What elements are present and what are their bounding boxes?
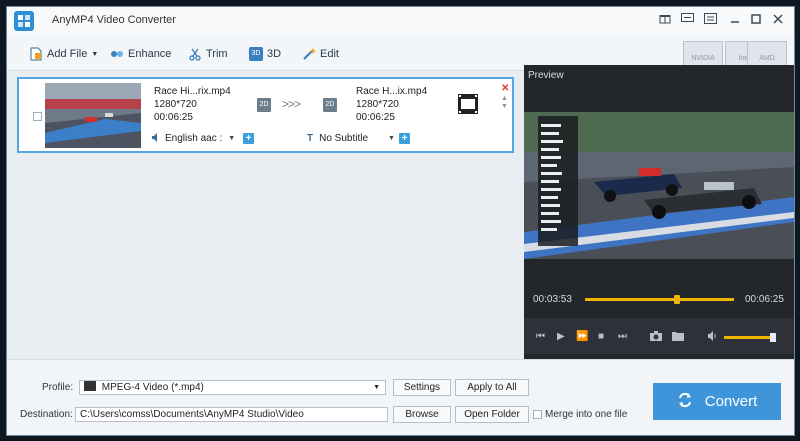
source-2d-badge: 2D	[257, 98, 271, 112]
subtitle-dropdown-icon[interactable]: ▼	[388, 135, 395, 142]
minimize-icon[interactable]	[726, 12, 744, 28]
add-audio-track-button[interactable]: +	[243, 133, 254, 144]
trim-label: Trim	[206, 48, 228, 60]
subtitle-value: No Subtitle	[319, 133, 369, 144]
file-list: Race Hi...rix.mp4 1280*720 00:06:25 2D >…	[7, 71, 524, 359]
edit-label: Edit	[320, 48, 339, 60]
add-subtitle-button[interactable]: +	[399, 133, 410, 144]
convert-arrows: >>>	[282, 97, 301, 111]
remove-file-icon[interactable]: ✕	[501, 83, 509, 94]
destination-input[interactable]: C:\Users\comss\Documents\AnyMP4 Studio\V…	[75, 407, 388, 422]
add-file-button[interactable]: Add File ▼	[29, 46, 98, 62]
target-duration: 00:06:25	[356, 112, 395, 123]
merge-checkbox[interactable]	[533, 410, 542, 419]
nvidia-accel-badge: NVIDIA	[683, 41, 723, 67]
amd-accel-badge: AMD	[747, 41, 787, 67]
add-file-label: Add File	[47, 48, 88, 60]
volume-handle[interactable]	[770, 333, 776, 342]
move-down-icon[interactable]: ▼	[501, 103, 508, 110]
add-file-icon	[29, 47, 43, 61]
playback-controls: ⏮ ▶ ⏩ ■ ⏭	[524, 318, 794, 354]
audio-track-value: English aac :	[165, 133, 223, 144]
profile-select[interactable]: MPEG-4 Video (*.mp4) ▼	[79, 380, 386, 395]
preview-panel: Preview 00:03:53 00:06:25 ⏮ ▶ ⏩ ■ ⏭	[524, 65, 794, 359]
browse-button[interactable]: Browse	[393, 406, 451, 423]
profile-label: Profile:	[42, 382, 74, 393]
add-file-dropdown-icon[interactable]: ▼	[91, 51, 98, 58]
maximize-icon[interactable]	[747, 12, 765, 28]
profile-value: MPEG-4 Video (*.mp4)	[101, 382, 204, 393]
edit-wand-icon	[302, 47, 316, 61]
preview-video[interactable]	[524, 112, 794, 259]
source-resolution: 1280*720	[154, 99, 197, 110]
enhance-icon	[110, 47, 124, 61]
total-time: 00:06:25	[745, 294, 784, 305]
previous-icon[interactable]: ⏮	[536, 331, 545, 342]
seek-bar[interactable]	[585, 295, 734, 304]
app-logo-icon	[14, 11, 34, 31]
source-file-name: Race Hi...rix.mp4	[154, 86, 231, 97]
target-resolution: 1280*720	[356, 99, 399, 110]
chat-icon[interactable]	[678, 12, 696, 28]
file-row[interactable]: Race Hi...rix.mp4 1280*720 00:06:25 2D >…	[17, 77, 514, 153]
profile-dropdown-icon[interactable]: ▼	[373, 381, 380, 394]
subtitle-select[interactable]: T No Subtitle ▼	[307, 132, 395, 145]
profile-format-icon	[84, 381, 96, 391]
seek-handle[interactable]	[673, 295, 680, 304]
app-title: AnyMP4 Video Converter	[52, 14, 176, 26]
target-file-name: Race H...ix.mp4	[356, 86, 428, 97]
audio-track-select[interactable]: English aac : ▼	[152, 132, 235, 145]
fast-forward-icon[interactable]: ⏩	[576, 331, 588, 342]
enhance-button[interactable]: Enhance	[110, 46, 171, 62]
close-icon[interactable]	[769, 12, 787, 28]
target-info: Race H...ix.mp4 1280*720 00:06:25	[356, 85, 427, 124]
gift-icon[interactable]	[656, 12, 674, 28]
three-d-button[interactable]: 3D 3D	[249, 46, 281, 62]
snapshot-camera-icon[interactable]	[650, 331, 662, 344]
convert-refresh-icon	[677, 392, 693, 412]
volume-slider[interactable]	[724, 333, 776, 342]
three-d-label: 3D	[267, 48, 282, 60]
three-d-icon: 3D	[249, 47, 263, 61]
move-up-icon[interactable]: ▲	[501, 95, 508, 102]
open-snapshot-folder-icon[interactable]	[672, 331, 684, 344]
merge-label: Merge into one file	[545, 409, 628, 420]
source-duration: 00:06:25	[154, 112, 193, 123]
stop-icon[interactable]: ■	[598, 331, 604, 342]
current-time: 00:03:53	[533, 294, 572, 305]
convert-label: Convert	[704, 393, 758, 410]
audio-track-dropdown-icon[interactable]: ▼	[228, 135, 235, 142]
video-thumbnail[interactable]	[45, 83, 141, 148]
title-bar: AnyMP4 Video Converter	[7, 7, 794, 34]
trim-button[interactable]: Trim	[188, 46, 228, 62]
preview-label: Preview	[528, 70, 564, 81]
source-info: Race Hi...rix.mp4 1280*720 00:06:25	[154, 85, 231, 124]
next-icon[interactable]: ⏭	[618, 331, 627, 342]
speaker-icon	[152, 132, 161, 145]
enhance-label: Enhance	[128, 48, 172, 60]
bottom-panel: Profile: MPEG-4 Video (*.mp4) ▼ Settings…	[7, 359, 794, 435]
file-checkbox[interactable]	[33, 112, 42, 121]
menu-icon[interactable]	[701, 12, 719, 28]
destination-label: Destination:	[20, 409, 73, 420]
edit-button[interactable]: Edit	[302, 46, 339, 62]
settings-button[interactable]: Settings	[393, 379, 451, 396]
app-window: AnyMP4 Video Converter Add File ▼ Enhanc…	[6, 6, 795, 436]
play-icon[interactable]: ▶	[557, 331, 565, 342]
output-format-icon[interactable]	[457, 93, 479, 115]
target-2d-badge: 2D	[323, 98, 337, 112]
scissors-icon	[188, 47, 202, 61]
open-folder-button[interactable]: Open Folder	[455, 406, 529, 423]
apply-to-all-button[interactable]: Apply to All	[455, 379, 529, 396]
subtitle-icon: T	[307, 133, 314, 144]
convert-button[interactable]: Convert	[653, 383, 781, 420]
volume-icon[interactable]	[708, 331, 718, 344]
